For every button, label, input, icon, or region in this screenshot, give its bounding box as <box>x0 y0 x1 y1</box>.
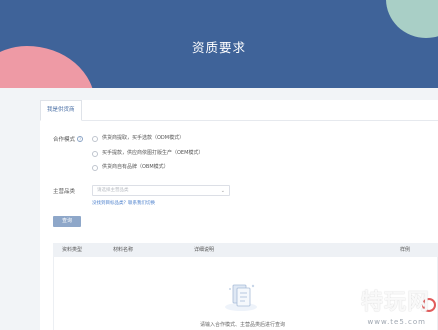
radio-obm[interactable]: 供货商自有品牌（OBM模式） <box>92 164 169 171</box>
cooperation-mode-text: 合作模式 <box>53 137 76 143</box>
column-header: 资料类型 <box>62 247 83 253</box>
radio-oem-label: 买手提款，供应商依图打版生产（OEM模式） <box>102 150 204 156</box>
chevron-down-icon: ⌄ <box>220 188 225 194</box>
watermark-url: www.te5.com <box>367 318 426 326</box>
help-icon[interactable]: ? <box>77 136 84 142</box>
empty-document-icon <box>225 284 257 311</box>
contact-link[interactable]: 没找到目标品类？联系我们切换 <box>92 200 155 206</box>
radio-odm-label: 供货商提取，买手选款（ODM模式） <box>102 135 185 141</box>
query-button[interactable]: 查询 <box>53 216 81 227</box>
cooperation-mode-label: 合作模式? <box>53 135 84 143</box>
radio-oem[interactable]: 买手提款，供应商依图打版生产（OEM模式） <box>92 150 203 157</box>
column-header: 材料名称 <box>113 247 134 253</box>
decorative-teal-blob <box>386 0 438 38</box>
category-placeholder: 请选择主营品类 <box>97 188 129 193</box>
radio-circle-icon[interactable] <box>92 164 98 171</box>
column-header: 详细说明 <box>194 247 215 253</box>
table-header: 资料类型 材料名称 详细说明 样例 <box>53 243 438 257</box>
column-header: 样例 <box>400 247 411 253</box>
radio-circle-icon[interactable] <box>92 135 98 142</box>
tab-bar: 我是供货商 <box>40 100 438 121</box>
radio-circle-icon[interactable] <box>92 150 98 157</box>
category-label: 主营品类 <box>53 189 76 195</box>
category-select[interactable]: 请选择主营品类 ⌄ <box>92 185 230 196</box>
radio-odm[interactable]: 供货商提取，买手选款（ODM模式） <box>92 135 184 142</box>
watermark-logo: 特玩网 <box>360 289 430 315</box>
tab-supplier[interactable]: 我是供货商 <box>40 100 82 121</box>
empty-state-text: 请输入合作模式、主营品类后进行查询 <box>200 322 286 328</box>
hero-banner: 资质要求 <box>0 0 438 88</box>
page-title: 资质要求 <box>191 40 246 55</box>
radio-obm-label: 供货商自有品牌（OBM模式） <box>102 164 169 170</box>
